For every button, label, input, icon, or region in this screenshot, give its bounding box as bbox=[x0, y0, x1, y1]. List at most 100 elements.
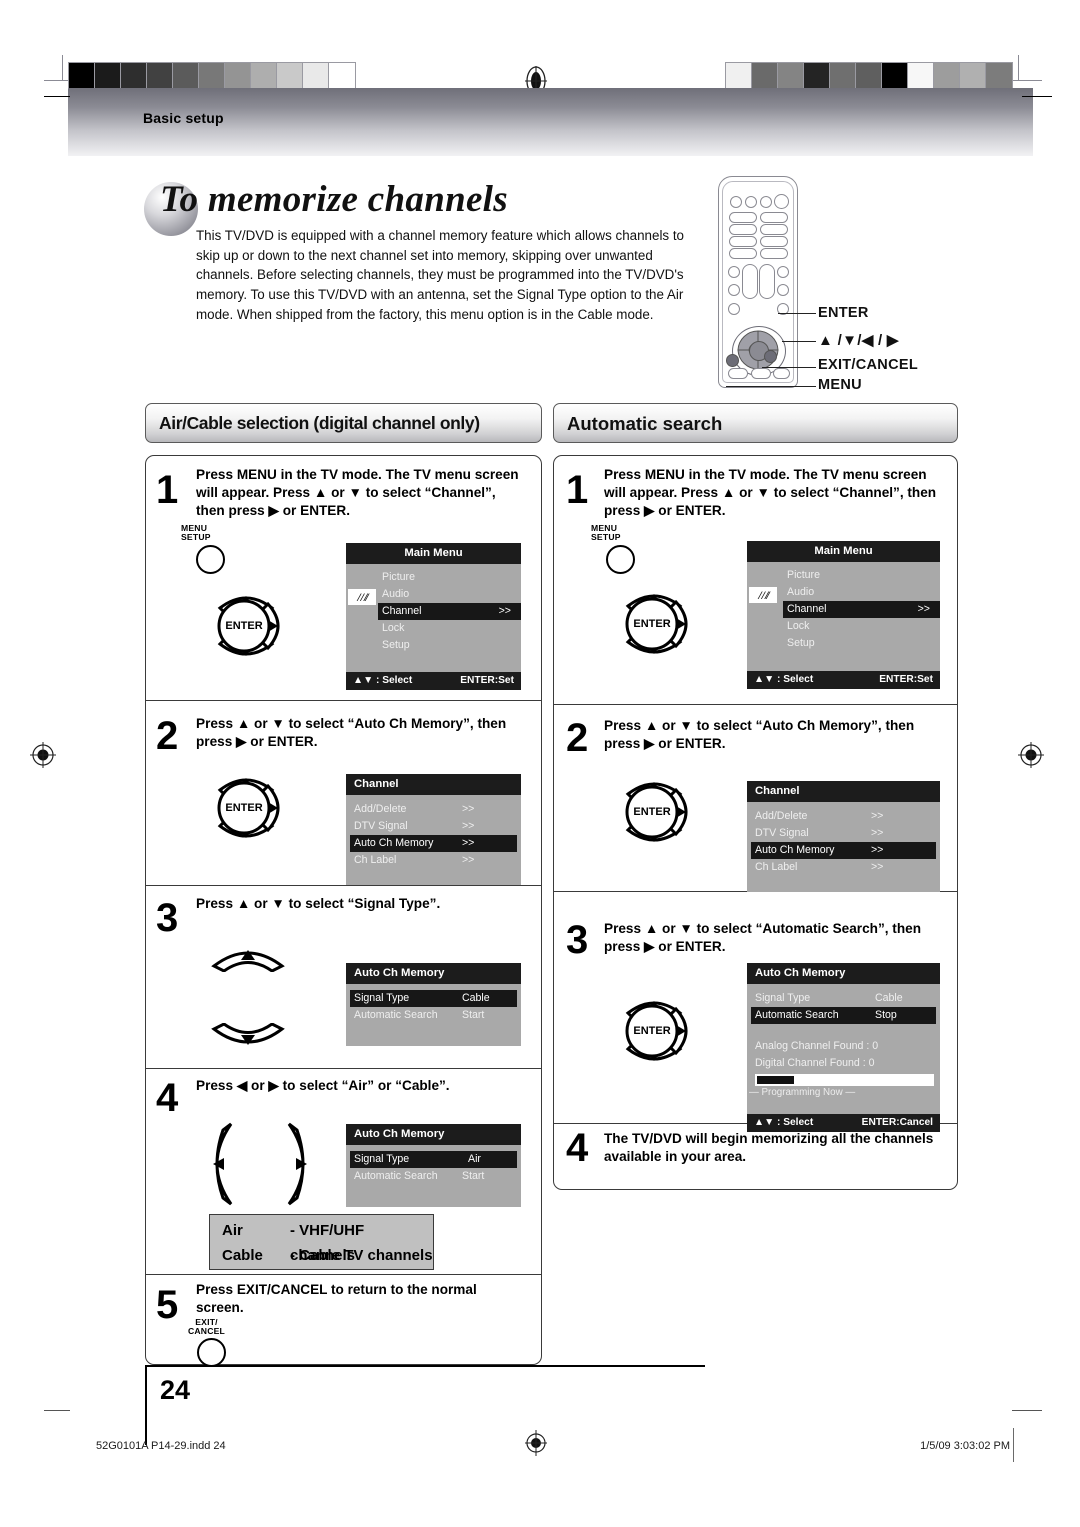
page-title-text: To memorize channels bbox=[160, 178, 508, 221]
enter-label: ENTER bbox=[633, 1025, 671, 1037]
step-text: Press ▲ or ▼ to select “Signal Type”. bbox=[196, 896, 441, 911]
osd-row: Ch Label >> bbox=[747, 859, 940, 876]
osd-channel-menu: Channel Add/Delete >> DTV Signal >> Auto C… bbox=[747, 781, 940, 892]
callout-line-arrows bbox=[782, 341, 816, 342]
osd-row-value: >> bbox=[871, 844, 884, 856]
remote-key bbox=[751, 368, 771, 379]
osd-title: Auto Ch Memory bbox=[346, 1124, 521, 1145]
manual-page: Basic setup To memorize channels This TV… bbox=[0, 0, 1080, 1527]
osd-row-label: DTV Signal bbox=[354, 820, 408, 832]
callout-label-menu: MENU bbox=[818, 377, 862, 393]
exit-cancel-button-icon bbox=[197, 1338, 226, 1367]
registration-mark-left bbox=[30, 742, 56, 768]
osd-row-label: Picture bbox=[787, 569, 820, 581]
step-number: 2 bbox=[156, 714, 178, 758]
osd-row-selected[interactable]: Auto Ch Memory >> bbox=[350, 835, 517, 852]
page-number-rule bbox=[145, 1365, 147, 1445]
remote-key bbox=[728, 368, 748, 379]
osd-row-value: Start bbox=[462, 1170, 485, 1182]
remote-key bbox=[760, 248, 788, 259]
step-number: 4 bbox=[566, 1126, 588, 1170]
menu-setup-button-caption: MENU SETUP bbox=[181, 523, 211, 543]
osd-footer: ▲▼ : Select ENTER:Set bbox=[747, 671, 940, 689]
osd-row: Signal Type Cable bbox=[747, 990, 940, 1007]
remote-key bbox=[760, 212, 788, 223]
intro-paragraph: This TV/DVD is equipped with a channel m… bbox=[196, 228, 685, 322]
section-label: Basic setup bbox=[143, 110, 224, 126]
osd-row-value: Cable bbox=[875, 992, 903, 1004]
osd-digital-found-text: Digital Channel Found : 0 bbox=[755, 1057, 875, 1069]
osd-row-selected[interactable]: Signal Type Cable bbox=[350, 990, 517, 1007]
osd-footer: ▲▼ : Select ENTER:Set bbox=[346, 672, 521, 690]
exit-cancel-button-caption: EXIT/ CANCEL bbox=[188, 1317, 226, 1337]
enter-dpad-illustration: ENTER bbox=[608, 766, 700, 858]
remote-power-button bbox=[774, 194, 789, 209]
step-text: Press ▲ or ▼ to select “Auto Ch Memory”,… bbox=[196, 716, 507, 750]
legend-row: Cable - Cable TV channels bbox=[210, 1243, 433, 1268]
page-title-lead: To bbox=[160, 179, 199, 220]
osd-row: Add/Delete >> bbox=[346, 801, 521, 818]
remote-key bbox=[760, 224, 788, 235]
legend-value: - Cable TV channels bbox=[290, 1247, 433, 1264]
osd-title: Main Menu bbox=[747, 541, 940, 562]
osd-row-label: Auto Ch Memory bbox=[755, 844, 835, 856]
osd-row-label: Auto Ch Memory bbox=[354, 837, 434, 849]
osd-digital-found: Digital Channel Found : 0 bbox=[747, 1055, 940, 1072]
osd-auto-ch-memory-air: Auto Ch Memory Signal Type Air Automatic … bbox=[346, 1124, 521, 1207]
enter-dpad-illustration: ENTER bbox=[200, 762, 292, 854]
osd-row-selected[interactable]: Signal Type Air bbox=[350, 1151, 517, 1168]
osd-title: Channel bbox=[346, 774, 521, 795]
menu-setup-button-caption: MENU SETUP bbox=[591, 523, 621, 543]
osd-row-value: Air bbox=[468, 1153, 481, 1165]
remote-button bbox=[760, 196, 772, 208]
enter-label: ENTER bbox=[633, 806, 671, 818]
remote-button bbox=[745, 196, 757, 208]
osd-row-label: Automatic Search bbox=[354, 1009, 438, 1021]
enter-label: ENTER bbox=[225, 802, 263, 814]
osd-row-selected[interactable]: Auto Ch Memory >> bbox=[751, 842, 936, 859]
osd-row-label: Channel bbox=[382, 605, 422, 617]
page-number-rule-top bbox=[145, 1365, 705, 1367]
osd-row-label: Signal Type bbox=[755, 992, 811, 1004]
section-heading-automatic-search: Automatic search bbox=[553, 403, 958, 443]
osd-title: Main Menu bbox=[346, 543, 521, 564]
osd-row-label: Setup bbox=[787, 637, 815, 649]
osd-row: Lock bbox=[346, 620, 521, 637]
osd-analog-found-text: Analog Channel Found : 0 bbox=[755, 1040, 879, 1052]
osd-row-label: Setup bbox=[382, 639, 410, 651]
remote-button bbox=[728, 284, 740, 296]
remote-key bbox=[729, 224, 757, 235]
osd-row-label: Channel bbox=[787, 603, 827, 615]
osd-row-value: Stop bbox=[875, 1009, 897, 1021]
osd-main-menu: Main Menu //// Picture Audio Channel >> L… bbox=[747, 541, 940, 689]
step-number: 5 bbox=[156, 1283, 178, 1327]
footer-divider bbox=[1013, 1428, 1014, 1462]
menu-setup-button-icon bbox=[196, 545, 225, 574]
page-title-rest: memorize channels bbox=[207, 179, 508, 220]
remote-key bbox=[729, 212, 757, 223]
remote-button bbox=[726, 354, 739, 367]
osd-row-label: Audio bbox=[787, 586, 815, 598]
legend-key: Cable bbox=[222, 1247, 263, 1264]
osd-row-value: >> bbox=[462, 803, 475, 815]
osd-row-selected[interactable]: Channel >> bbox=[783, 601, 940, 618]
osd-title: Auto Ch Memory bbox=[747, 963, 940, 984]
footer-file-name: 52G0101A P14-29.indd 24 bbox=[96, 1440, 226, 1452]
osd-row-value: >> bbox=[917, 603, 930, 615]
remote-button bbox=[730, 196, 742, 208]
section-heading-air-cable: Air/Cable selection (digital channel onl… bbox=[145, 403, 542, 443]
osd-footer-left: ▲▼ : Select bbox=[754, 674, 814, 685]
callout-line-enter bbox=[778, 313, 816, 314]
osd-row-selected[interactable]: Automatic Search Stop bbox=[751, 1007, 936, 1024]
registration-mark-right bbox=[1018, 742, 1044, 768]
programming-now-label: — Programming Now — bbox=[749, 1087, 856, 1098]
osd-row-label: Add/Delete bbox=[354, 803, 407, 815]
osd-row-label: Ch Label bbox=[354, 854, 397, 866]
progress-bar bbox=[755, 1074, 934, 1086]
enter-label: ENTER bbox=[633, 618, 671, 630]
osd-row-value: >> bbox=[462, 820, 475, 832]
osd-row-value: Cable bbox=[462, 992, 490, 1004]
osd-row-value: >> bbox=[462, 854, 475, 866]
remote-volume-rocker bbox=[742, 264, 758, 299]
osd-row-selected[interactable]: Channel >> bbox=[378, 603, 521, 620]
